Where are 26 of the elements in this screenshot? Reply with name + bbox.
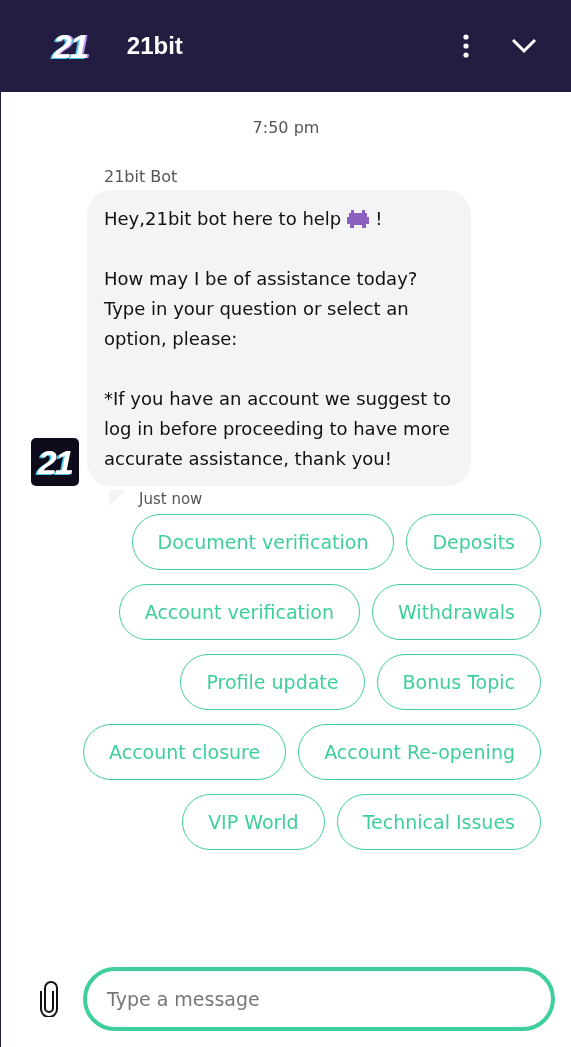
- chat-title: 21bit: [126, 32, 184, 60]
- quick-reply-chip[interactable]: Account closure: [83, 724, 287, 780]
- quick-reply-chip[interactable]: Technical Issues: [336, 794, 541, 850]
- chevron-down-icon: [511, 38, 537, 54]
- message-text: How may I be of assistance today? Type in your question or select an option, please:: [104, 267, 419, 351]
- quick-reply-chip[interactable]: VIP World: [182, 794, 325, 850]
- quick-reply-chip[interactable]: Account Re-opening: [298, 724, 541, 780]
- message-text: Hey,21bit bot here to help: [104, 207, 342, 231]
- paperclip-icon: [39, 981, 59, 1017]
- quick-reply-chip[interactable]: Account verification: [118, 584, 360, 640]
- message-text: *If you have an account we suggest to log in before proceeding to have more accurate assistance, thank you!: [104, 387, 453, 471]
- timestamp: 7:50 pm: [252, 118, 320, 137]
- quick-reply-chip[interactable]: Withdrawals: [372, 584, 541, 640]
- quick-reply-chip[interactable]: Profile update: [180, 654, 365, 710]
- alien-icon: [347, 210, 370, 228]
- logo: 21: [53, 26, 87, 66]
- attach-button[interactable]: [39, 981, 59, 1017]
- message-text: !: [375, 207, 383, 231]
- sender-name: 21bit Bot: [104, 167, 179, 186]
- bot-avatar: 21: [31, 438, 79, 486]
- message-input[interactable]: Type a message: [83, 967, 555, 1031]
- quick-reply-chip[interactable]: Document verification: [131, 514, 395, 570]
- quick-reply-chip[interactable]: Deposits: [406, 514, 541, 570]
- more-icon: [463, 34, 469, 58]
- quick-reply-chip[interactable]: Bonus Topic: [376, 654, 541, 710]
- sent-time: Just now: [139, 490, 203, 508]
